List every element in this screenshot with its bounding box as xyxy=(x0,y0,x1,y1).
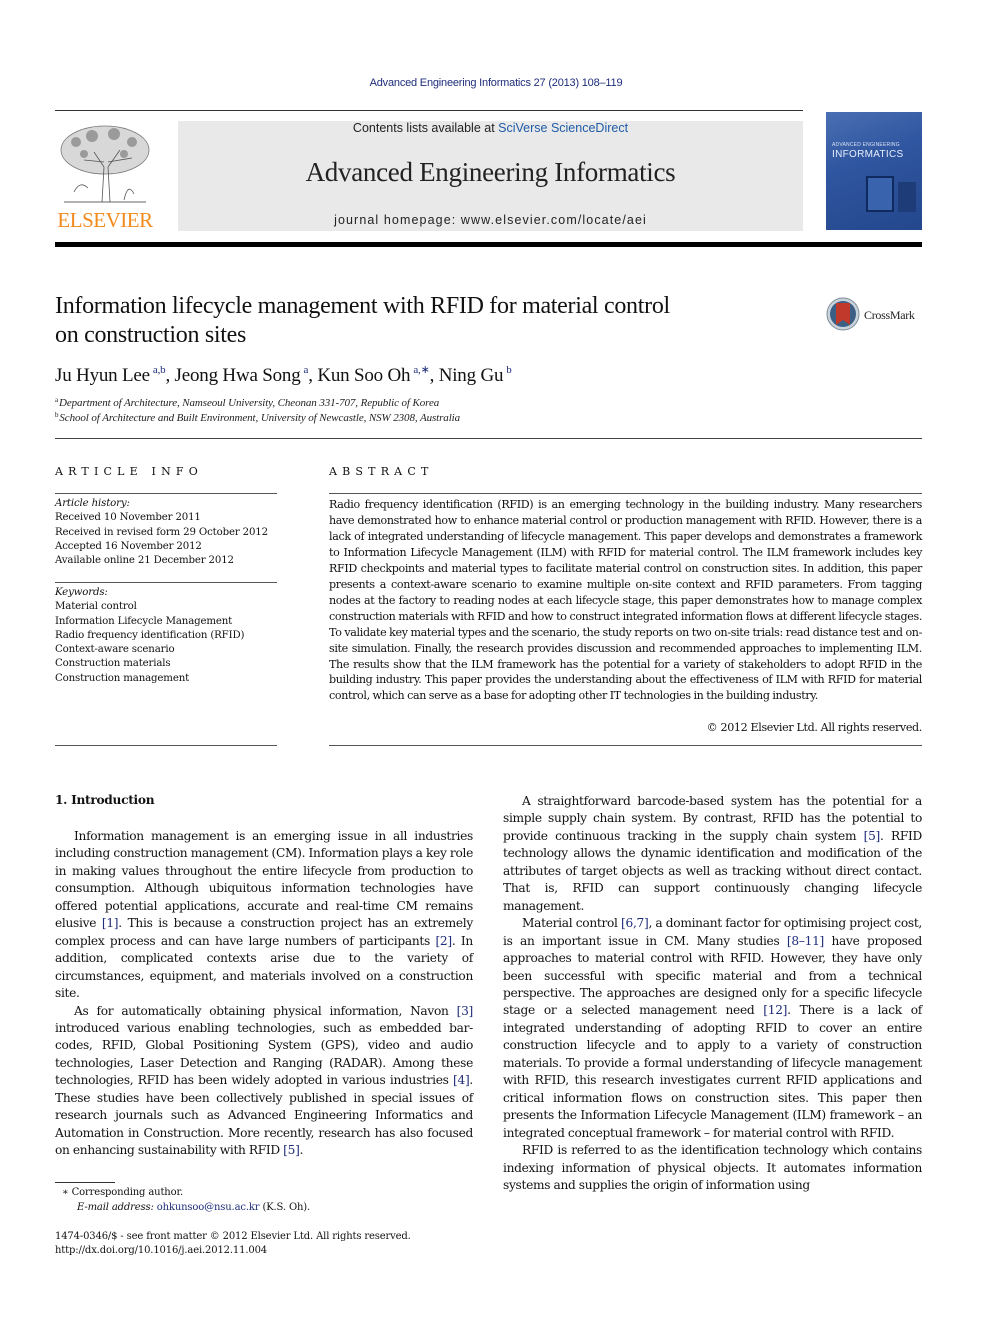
citation-link[interactable]: [5] xyxy=(864,829,881,843)
email-label: E-mail address: xyxy=(77,1202,157,1213)
header-top-rule xyxy=(55,110,803,111)
abstract-rule xyxy=(329,493,922,494)
keyword-item: Construction management xyxy=(55,672,190,684)
keyword-item: Information Lifecycle Management xyxy=(55,615,233,627)
history-item: Received 10 November 2011 xyxy=(55,512,201,524)
article-info-rule xyxy=(55,745,277,746)
cover-monitor-graphic xyxy=(866,176,894,212)
author-name[interactable]: Kun Soo Oh xyxy=(317,365,410,386)
sciencedirect-link[interactable]: SciVerse ScienceDirect xyxy=(498,121,628,135)
article-title-line-1: Information lifecycle management with RF… xyxy=(55,293,670,319)
author-separator: , xyxy=(429,365,439,386)
paragraph-text: . This is because a construction project… xyxy=(55,916,473,948)
author-separator: , xyxy=(308,365,318,386)
crossmark-label: CrossMark xyxy=(864,308,915,322)
abstract-heading: ABSTRACT xyxy=(329,465,434,478)
author-affiliation-mark[interactable]: a,∗ xyxy=(413,364,429,376)
keyword-item: Construction materials xyxy=(55,658,171,670)
abstract-text: Radio frequency identification (RFID) is… xyxy=(329,498,922,703)
article-title-line-2: on construction sites xyxy=(55,322,247,348)
body-column-left: Information management is an emerging is… xyxy=(55,828,473,1160)
affiliation-text: Department of Architecture, Namseoul Uni… xyxy=(59,397,440,409)
author-affiliation-mark[interactable]: b xyxy=(506,364,512,376)
citation-link[interactable]: [12] xyxy=(763,1003,787,1017)
citation-link[interactable]: [8–11] xyxy=(787,934,824,948)
article-info-rule xyxy=(55,582,277,583)
affiliation-text: School of Architecture and Built Environ… xyxy=(59,412,461,424)
citation-link[interactable]: [3] xyxy=(457,1004,474,1018)
body-paragraph: A straightforward barcode-based system h… xyxy=(503,793,922,915)
keyword-item: Radio frequency identification (RFID) xyxy=(55,629,245,641)
body-column-right: A straightforward barcode-based system h… xyxy=(503,793,922,1194)
keyword-item: Material control xyxy=(55,601,137,613)
elsevier-logo[interactable]: ELSEVIER xyxy=(54,118,156,236)
paragraph-text: . xyxy=(299,1143,304,1158)
cover-title: INFORMATICS xyxy=(832,149,904,160)
paragraph-text: A straightforward barcode-based system h… xyxy=(503,794,922,843)
title-block-rule xyxy=(55,438,922,439)
history-item: Received in revised form 29 October 2012 xyxy=(55,526,268,538)
article-history: Article history: Received 10 November 20… xyxy=(55,497,285,568)
corresponding-author-note: ∗ Corresponding author. xyxy=(62,1187,184,1198)
author-name[interactable]: Ju Hyun Lee xyxy=(55,365,150,386)
article-title: Information lifecycle management with RF… xyxy=(55,292,775,350)
keywords-label: Keywords: xyxy=(55,587,108,598)
paragraph-text: . There is a lack of integrated understa… xyxy=(503,1003,922,1140)
body-paragraph: Information management is an emerging is… xyxy=(55,828,473,1003)
body-paragraph: As for automatically obtaining physical … xyxy=(55,1003,473,1160)
history-item: Accepted 16 November 2012 xyxy=(55,540,202,552)
cover-subtitle: ADVANCED ENGINEERING xyxy=(832,142,900,148)
article-info-rule xyxy=(55,493,277,494)
issn-line: 1474-0346/$ - see front matter © 2012 El… xyxy=(55,1231,411,1242)
abstract-rule xyxy=(329,745,922,746)
author-affiliation-mark[interactable]: a,b xyxy=(153,364,166,376)
author-list: Ju Hyun Lee a,b, Jeong Hwa Song a, Kun Soo… xyxy=(55,363,512,387)
section-heading: 1. Introduction xyxy=(55,793,155,807)
citation-link[interactable]: [6,7] xyxy=(621,916,649,930)
journal-homepage-link[interactable]: journal homepage: www.elsevier.com/locat… xyxy=(178,213,803,227)
body-paragraph: Material control [6,7], a dominant facto… xyxy=(503,915,922,1142)
affiliation-a: aDepartment of Architecture, Namseoul Un… xyxy=(55,396,439,409)
paragraph-text: RFID is referred to as the identificatio… xyxy=(503,1143,922,1192)
journal-title: Advanced Engineering Informatics xyxy=(305,157,676,187)
journal-header-box: Contents lists available at SciVerse Sci… xyxy=(178,121,803,231)
citation-link[interactable]: [4] xyxy=(453,1073,470,1087)
journal-reference-link[interactable]: Advanced Engineering Informatics 27 (201… xyxy=(0,77,992,89)
history-item: Available online 21 December 2012 xyxy=(55,555,234,567)
affiliation-b: bSchool of Architecture and Built Enviro… xyxy=(55,411,460,424)
email-suffix: (K.S. Oh). xyxy=(259,1202,311,1213)
email-note: E-mail address: ohkunsoo@nsu.ac.kr (K.S.… xyxy=(77,1201,310,1216)
paragraph-text: Material control xyxy=(522,916,622,931)
paragraph-text: As for automatically obtaining physical … xyxy=(74,1003,457,1018)
elsevier-wordmark: ELSEVIER xyxy=(57,208,153,232)
keyword-item: Context-aware scenario xyxy=(55,644,175,656)
paragraph-text: introduced various enabling technologies… xyxy=(55,1020,473,1088)
affiliation-mark: a xyxy=(55,396,59,404)
body-paragraph: RFID is referred to as the identificatio… xyxy=(503,1142,922,1194)
keywords: Keywords: Material control Information L… xyxy=(55,586,285,686)
header-thick-rule xyxy=(55,242,922,247)
article-info-heading: ARTICLE INFO xyxy=(55,465,203,478)
crossmark-icon xyxy=(826,297,860,331)
elsevier-tree-icon xyxy=(60,125,150,203)
contents-prefix: Contents lists available at xyxy=(352,121,499,135)
email-link[interactable]: ohkunsoo@nsu.ac.kr xyxy=(157,1202,260,1213)
crossmark-button[interactable]: CrossMark xyxy=(826,297,926,333)
contents-line: Contents lists available at SciVerse Sci… xyxy=(178,121,803,135)
author-name[interactable]: Ning Gu xyxy=(439,365,504,386)
author-separator: , xyxy=(165,365,175,386)
citation-link[interactable]: [2] xyxy=(435,934,452,948)
doi-link[interactable]: http://dx.doi.org/10.1016/j.aei.2012.11.… xyxy=(55,1244,267,1259)
journal-cover-image[interactable]: ADVANCED ENGINEERING INFORMATICS xyxy=(826,112,922,230)
author-name[interactable]: Jeong Hwa Song xyxy=(175,365,301,386)
article-history-label: Article history: xyxy=(55,498,130,509)
citation-link[interactable]: [1] xyxy=(102,916,119,930)
cover-monitor-graphic-2 xyxy=(898,182,916,212)
affiliation-mark: b xyxy=(55,411,59,419)
abstract-copyright: © 2012 Elsevier Ltd. All rights reserved… xyxy=(706,721,923,734)
citation-link[interactable]: [5] xyxy=(283,1143,300,1157)
footnote-rule xyxy=(55,1182,115,1183)
